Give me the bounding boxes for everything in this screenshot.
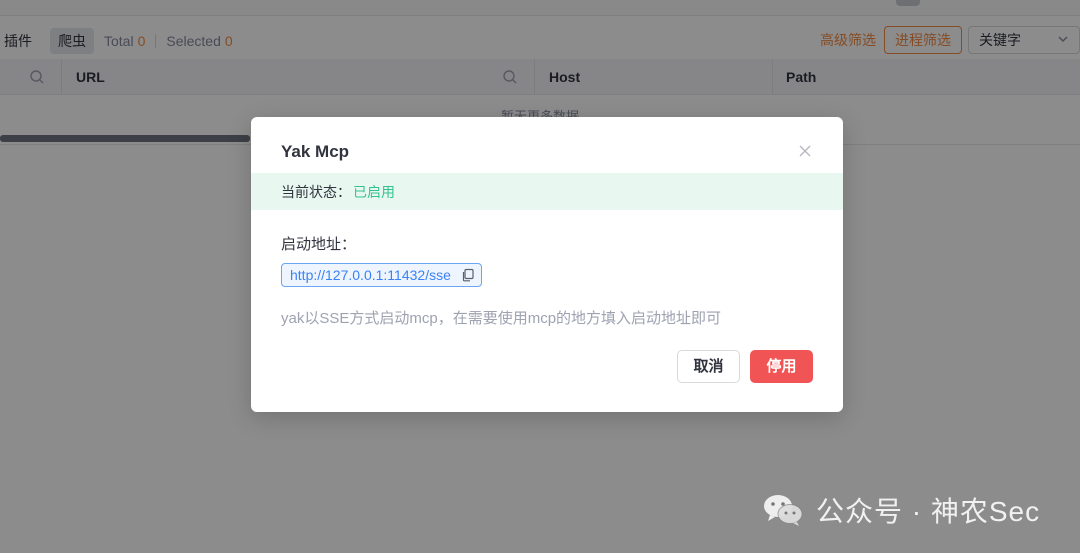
status-label: 当前状态： — [281, 183, 351, 200]
watermark: 公众号 · 神农Sec — [762, 490, 1040, 530]
disable-button[interactable]: 停用 — [750, 350, 813, 383]
address-value: http://127.0.0.1:11432/sse — [290, 267, 451, 283]
copy-icon[interactable] — [461, 268, 475, 282]
cancel-button[interactable]: 取消 — [677, 350, 740, 383]
status-value: 已启用 — [353, 183, 395, 200]
hint-text: yak以SSE方式启动mcp，在需要使用mcp的地方填入启动地址即可 — [281, 310, 722, 327]
address-tag[interactable]: http://127.0.0.1:11432/sse — [281, 263, 482, 287]
watermark-text: 公众号 · 神农Sec — [816, 496, 1041, 527]
status-bar: 当前状态： 已启用 — [251, 173, 843, 210]
close-icon[interactable] — [797, 143, 813, 159]
yak-mcp-modal: Yak Mcp 当前状态： 已启用 启动地址： http://127.0.0.1… — [251, 117, 843, 412]
modal-title: Yak Mcp — [281, 142, 350, 161]
address-label: 启动地址： — [281, 236, 357, 253]
wechat-icon — [762, 492, 804, 528]
